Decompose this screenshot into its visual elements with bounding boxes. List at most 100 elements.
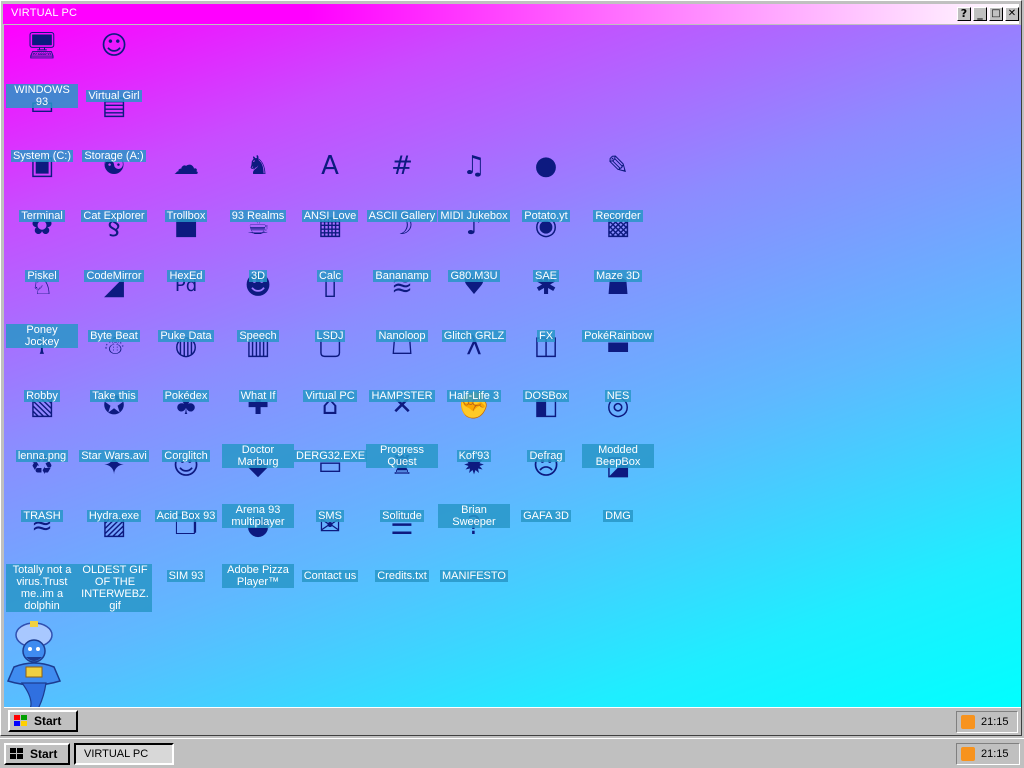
desktop-icon-label: SMS (316, 510, 344, 522)
desktop-icon-label: Take this (90, 390, 138, 402)
desktop-icon-label: Trollbox (164, 210, 208, 222)
desktop-icon-label: PokéRainbow (582, 330, 654, 342)
desktop-icon-ansi-love[interactable]: A ANSI Love (294, 149, 366, 223)
desktop-icon-label: Recorder (593, 210, 643, 222)
desktop-icon-label: MANIFESTO (440, 570, 508, 582)
desktop-icon-label: What If (238, 390, 278, 402)
desktop-icon-label: Poney Jockey (6, 324, 78, 348)
inner-taskbar: Start 21:15 (4, 707, 1021, 735)
desktop-icon-label: Progress Quest (366, 444, 438, 468)
desktop-icon-label: LSDJ (314, 330, 346, 342)
desktop-icon-label: Solitude (380, 510, 424, 522)
desktop-icon-label: Totally not a virus.Trust me..im a dolph… (6, 564, 78, 612)
chat-icon: ☁ (173, 151, 199, 181)
desktop-icon-label: Cat Explorer (81, 210, 147, 222)
help-button[interactable]: ? (957, 7, 971, 21)
desktop-icon-label: HAMPSTER (369, 390, 435, 402)
desktop-icon-label: Acid Box 93 (154, 510, 218, 522)
desktop-icon-oldest-gif-of-the-interwebz-gif[interactable]: ▨ OLDEST GIF OF THE INTERWEBZ.gif (78, 509, 152, 613)
inner-system-tray: 21:15 (956, 711, 1018, 733)
inner-clock: 21:15 (981, 716, 1009, 728)
desktop-icon-ascii-gallery[interactable]: # ASCII Gallery (366, 149, 438, 223)
start-logo-icon (10, 748, 23, 759)
desktop-icon-midi-jukebox[interactable]: ♫ MIDI Jukebox (438, 149, 510, 223)
desktop-icon-label: Arena 93 multiplayer (222, 504, 294, 528)
desktop-icon-label: 93 Realms (229, 210, 287, 222)
computer-icon: 🖥 (25, 31, 59, 61)
rss-icon[interactable] (961, 715, 975, 729)
desktop-icon-label: Byte Beat (88, 330, 140, 342)
desktop-icon-label: Brian Sweeper (438, 504, 510, 528)
desktop-icon-label: Kof'93 (456, 450, 492, 462)
desktop-icon-label: Contact us (301, 570, 359, 582)
close-button[interactable]: ✕ (1005, 7, 1019, 21)
outer-taskbar: Start VIRTUAL PC 21:15 (0, 738, 1024, 768)
desktop-icon-label: Bananamp (373, 270, 431, 282)
desktop-icon-label: Speech (237, 330, 279, 342)
potato-icon: ● (534, 151, 558, 181)
desktop-icon-label: DMG (603, 510, 633, 522)
desktop-icon-recorder[interactable]: ✎ Recorder (582, 149, 654, 223)
virtual-pc-window: VIRTUAL PC ? _ □ ✕ ?MANIFESTO☰Credits.tx… (0, 0, 1022, 736)
desktop-icon-label: Doctor Marburg (222, 444, 294, 468)
desktop-icon-label: Pokédex (162, 390, 210, 402)
window-title: VIRTUAL PC (11, 7, 78, 19)
desktop-icon-93-realms[interactable]: ♞ 93 Realms (222, 149, 294, 223)
desktop-icon-label: GAFA 3D (521, 510, 571, 522)
desktop-icon-label: FX (536, 330, 556, 342)
inner-start-button[interactable]: Start (8, 710, 78, 732)
desktop-icon-label: Corglitch (162, 450, 210, 462)
minimize-button[interactable]: _ (973, 7, 987, 21)
microphone-icon: ✎ (607, 151, 629, 181)
desktop-icon-windows-93[interactable]: 🖥 WINDOWS 93 (6, 29, 78, 109)
desktop-icon-label: Puke Data (158, 330, 214, 342)
numbers-icon: # (391, 151, 413, 181)
desktop-icon-label: Virtual Girl (86, 90, 142, 102)
desktop-icon-label: NES (604, 390, 632, 402)
desktop-icon-label: Credits.txt (375, 570, 429, 582)
desktop-icon-label: WINDOWS 93 (6, 84, 78, 108)
desktop-icon-label: HexEd (167, 270, 205, 282)
desktop-icon-label: ASCII Gallery (366, 210, 438, 222)
desktop-icon-virtual-girl[interactable]: ☺ Virtual Girl (78, 29, 150, 103)
desktop: ?MANIFESTO☰Credits.txt✉Contact us◕Adobe … (4, 25, 1021, 707)
desktop-icon-label: Calc (316, 270, 343, 282)
desktop-icon-trollbox[interactable]: ☁ Trollbox (150, 149, 222, 223)
desktop-icon-label: Potato.yt (522, 210, 570, 222)
outer-clock: 21:15 (981, 748, 1009, 760)
desktop-icon-label: Nanoloop (376, 330, 428, 342)
outer-system-tray: 21:15 (956, 743, 1020, 765)
rss-icon[interactable] (961, 747, 975, 761)
desktop-icon-label: Glitch GRLZ (441, 330, 507, 342)
desktop-icon-label: System (C:) (10, 150, 74, 162)
desktop-icon-label: ANSI Love (301, 210, 359, 222)
desktop-icon-label: SAE (532, 270, 559, 282)
desktop-icon-potato-yt[interactable]: ● Potato.yt (510, 149, 582, 223)
desktop-icon-label: Modded BeepBox (582, 444, 654, 468)
desktop-icon-label: Defrag (527, 450, 565, 462)
desktop-icon-totally-not-a-virus-trust-me-im-a-dolphin[interactable]: ≈ Totally not a virus.Trust me..im a dolp… (6, 509, 78, 613)
piano-icon: ♫ (462, 151, 486, 181)
desktop-icon-label: CodeMirror (84, 270, 144, 282)
desktop-icon-label: MIDI Jukebox (438, 210, 510, 222)
task-button-virtual-pc[interactable]: VIRTUAL PC (74, 743, 174, 765)
desktop-icon-label: DOSBox (522, 390, 570, 402)
outer-start-button[interactable]: Start (4, 743, 70, 765)
window-titlebar[interactable]: VIRTUAL PC ? _ □ ✕ (3, 4, 1019, 24)
desktop-icon-label: 3D (248, 270, 268, 282)
desktop-icon-label: SIM 93 (166, 570, 206, 582)
outer-start-label: Start (30, 747, 58, 761)
desktop-icon-label: lenna.png (15, 450, 69, 462)
face-icon: ☺ (100, 31, 128, 61)
desktop-icon-label: G80.M3U (448, 270, 500, 282)
desktop-icon-label: Storage (A:) (82, 150, 146, 162)
desktop-icon-label: Piskel (25, 270, 59, 282)
maximize-button[interactable]: □ (989, 7, 1003, 21)
desktop-icon-label: Hydra.exe (86, 510, 142, 522)
desktop-icon-label: Terminal (19, 210, 65, 222)
genie-assistant-icon[interactable] (4, 619, 66, 707)
desktop-icon-label: Adobe Pizza Player™ (222, 564, 294, 588)
desktop-icon-label: DERG32.EXE (294, 450, 368, 462)
knight-icon: ♞ (246, 151, 270, 181)
desktop-icon-label: Star Wars.avi (79, 450, 149, 462)
